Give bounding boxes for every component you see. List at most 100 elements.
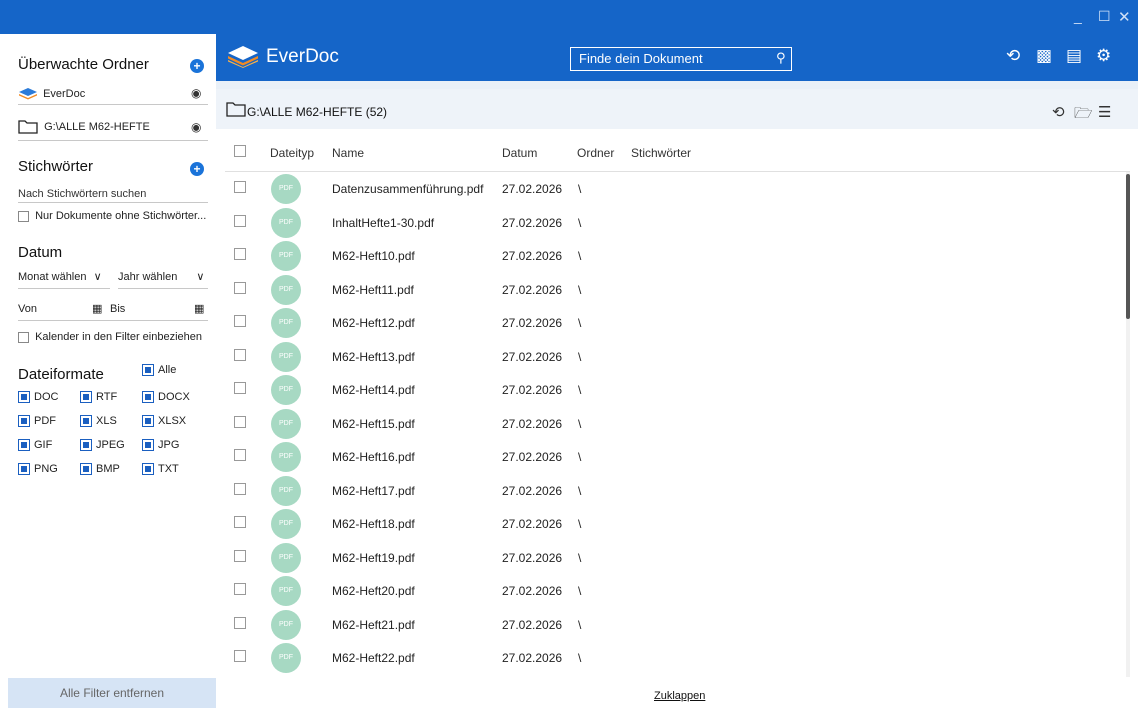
file-name[interactable]: M62-Heft14.pdf (332, 383, 415, 397)
row-checkbox[interactable] (234, 516, 246, 528)
eye-icon[interactable]: ◉ (191, 86, 201, 100)
file-name[interactable]: Datenzusammenführung.pdf (332, 182, 483, 196)
close-button[interactable]: ✕ (1118, 8, 1131, 26)
pdf-file-icon: PDF (271, 241, 301, 271)
file-date: 27.02.2026 (502, 349, 563, 364)
scan-document-icon[interactable]: ▤ (1066, 46, 1082, 66)
checkbox[interactable] (80, 391, 92, 404)
row-checkbox[interactable] (234, 348, 246, 361)
file-name[interactable]: M62-Heft17.pdf (332, 484, 415, 498)
checkbox[interactable] (142, 439, 154, 452)
row-checkbox[interactable] (234, 549, 246, 562)
format-doc-checkbox[interactable]: DOC (18, 391, 58, 404)
maximize-button[interactable]: ☐ (1098, 8, 1111, 25)
document-search-input[interactable]: Finde dein Dokument (570, 47, 792, 71)
file-name[interactable]: M62-Heft15.pdf (332, 417, 415, 431)
file-name[interactable]: M62-Heft12.pdf (332, 316, 415, 330)
open-folder-icon[interactable]: 🗁 (1074, 103, 1093, 128)
format-xlsx-checkbox[interactable]: XLSX (142, 415, 186, 428)
column-header-folder[interactable]: Ordner (577, 146, 614, 160)
row-checkbox[interactable] (234, 449, 246, 461)
add-folder-button[interactable]: + (190, 59, 204, 73)
format-rtf-checkbox[interactable]: RTF (80, 391, 117, 404)
checkbox[interactable] (142, 364, 154, 377)
everdoc-logo-icon (19, 88, 37, 100)
filter-settings-icon[interactable]: ☰ (1098, 103, 1111, 121)
calendar-filter-checkbox[interactable]: Kalender in den Filter einbeziehen (18, 331, 210, 343)
format-txt-checkbox[interactable]: TXT (142, 463, 179, 476)
month-select[interactable]: Monat wählen ∨ (18, 270, 108, 283)
checkbox[interactable] (80, 463, 92, 476)
sync-icon[interactable]: ⟲ (1006, 46, 1020, 66)
qr-code-icon[interactable]: ▩ (1036, 46, 1052, 66)
file-name[interactable]: M62-Heft19.pdf (332, 551, 415, 565)
file-name[interactable]: InhaltHefte1-30.pdf (332, 216, 434, 230)
format-gif-checkbox[interactable]: GIF (18, 439, 52, 452)
row-checkbox[interactable] (234, 315, 246, 327)
eye-icon[interactable]: ◉ (191, 120, 201, 134)
column-header-type[interactable]: Dateityp (270, 146, 314, 160)
checkbox[interactable] (18, 463, 30, 476)
folder-item-m62[interactable]: G:\ALLE M62-HEFTE (18, 119, 210, 134)
checkbox[interactable] (18, 415, 30, 428)
checkbox[interactable] (142, 391, 154, 404)
row-checkbox[interactable] (234, 382, 246, 394)
row-checkbox[interactable] (234, 583, 246, 595)
minimize-button[interactable]: _ (1074, 8, 1082, 24)
file-name[interactable]: M62-Heft16.pdf (332, 450, 415, 464)
scrollbar-thumb[interactable] (1126, 174, 1130, 319)
calendar-icon[interactable]: ▦ (92, 302, 102, 315)
row-checkbox[interactable] (234, 181, 246, 193)
divider (225, 171, 1130, 172)
checkbox[interactable] (80, 415, 92, 428)
no-keywords-checkbox[interactable]: Nur Dokumente ohne Stichwörter... (18, 210, 210, 222)
calendar-icon[interactable]: ▦ (194, 302, 204, 315)
checkbox[interactable] (18, 331, 29, 343)
file-name[interactable]: M62-Heft13.pdf (332, 350, 415, 364)
folder-item-everdoc[interactable]: EverDoc (18, 87, 210, 101)
row-checkbox[interactable] (234, 616, 246, 629)
search-icon[interactable]: ⚲ (776, 50, 786, 66)
year-select[interactable]: Jahr wählen ∨ (118, 270, 208, 283)
column-header-date[interactable]: Datum (502, 146, 537, 160)
folder-icon (226, 102, 246, 117)
column-header-name[interactable]: Name (332, 146, 364, 160)
checkbox[interactable] (18, 439, 30, 452)
add-keyword-button[interactable]: + (190, 162, 204, 176)
row-checkbox[interactable] (234, 214, 246, 227)
clear-filters-button[interactable]: Alle Filter entfernen (8, 678, 216, 708)
file-name[interactable]: M62-Heft22.pdf (332, 651, 415, 665)
select-all-checkbox[interactable] (234, 145, 246, 157)
format-all-checkbox[interactable]: Alle (142, 364, 176, 377)
format-docx-checkbox[interactable]: DOCX (142, 391, 190, 404)
row-checkbox[interactable] (234, 281, 246, 294)
sync-icon[interactable]: ⟲ (1052, 103, 1065, 121)
format-jpeg-checkbox[interactable]: JPEG (80, 439, 125, 452)
file-name[interactable]: M62-Heft20.pdf (332, 584, 415, 598)
checkbox[interactable] (18, 210, 29, 222)
row-checkbox[interactable] (234, 415, 246, 428)
format-jpg-checkbox[interactable]: JPG (142, 439, 179, 452)
collapse-link[interactable]: Zuklappen (654, 690, 705, 702)
from-date-input[interactable]: Von ▦ (18, 303, 110, 315)
format-pdf-checkbox[interactable]: PDF (18, 415, 56, 428)
to-date-input[interactable]: Bis ▦ (110, 303, 208, 315)
checkbox[interactable] (18, 391, 30, 404)
file-name[interactable]: M62-Heft11.pdf (332, 283, 414, 297)
keyword-search-input[interactable]: Nach Stichwörtern suchen (18, 188, 210, 200)
file-name[interactable]: M62-Heft18.pdf (332, 517, 415, 531)
column-header-keywords[interactable]: Stichwörter (631, 146, 691, 160)
row-checkbox[interactable] (234, 482, 246, 495)
file-name[interactable]: M62-Heft21.pdf (332, 618, 415, 632)
pdf-file-icon: PDF (271, 274, 301, 305)
checkbox[interactable] (142, 463, 154, 476)
file-name[interactable]: M62-Heft10.pdf (332, 249, 415, 263)
format-png-checkbox[interactable]: PNG (18, 463, 58, 476)
checkbox[interactable] (142, 415, 154, 428)
checkbox[interactable] (80, 439, 92, 452)
row-checkbox[interactable] (234, 650, 246, 662)
format-xls-checkbox[interactable]: XLS (80, 415, 117, 428)
format-bmp-checkbox[interactable]: BMP (80, 463, 120, 476)
settings-icon[interactable]: ⚙ (1096, 46, 1111, 66)
row-checkbox[interactable] (234, 248, 246, 260)
